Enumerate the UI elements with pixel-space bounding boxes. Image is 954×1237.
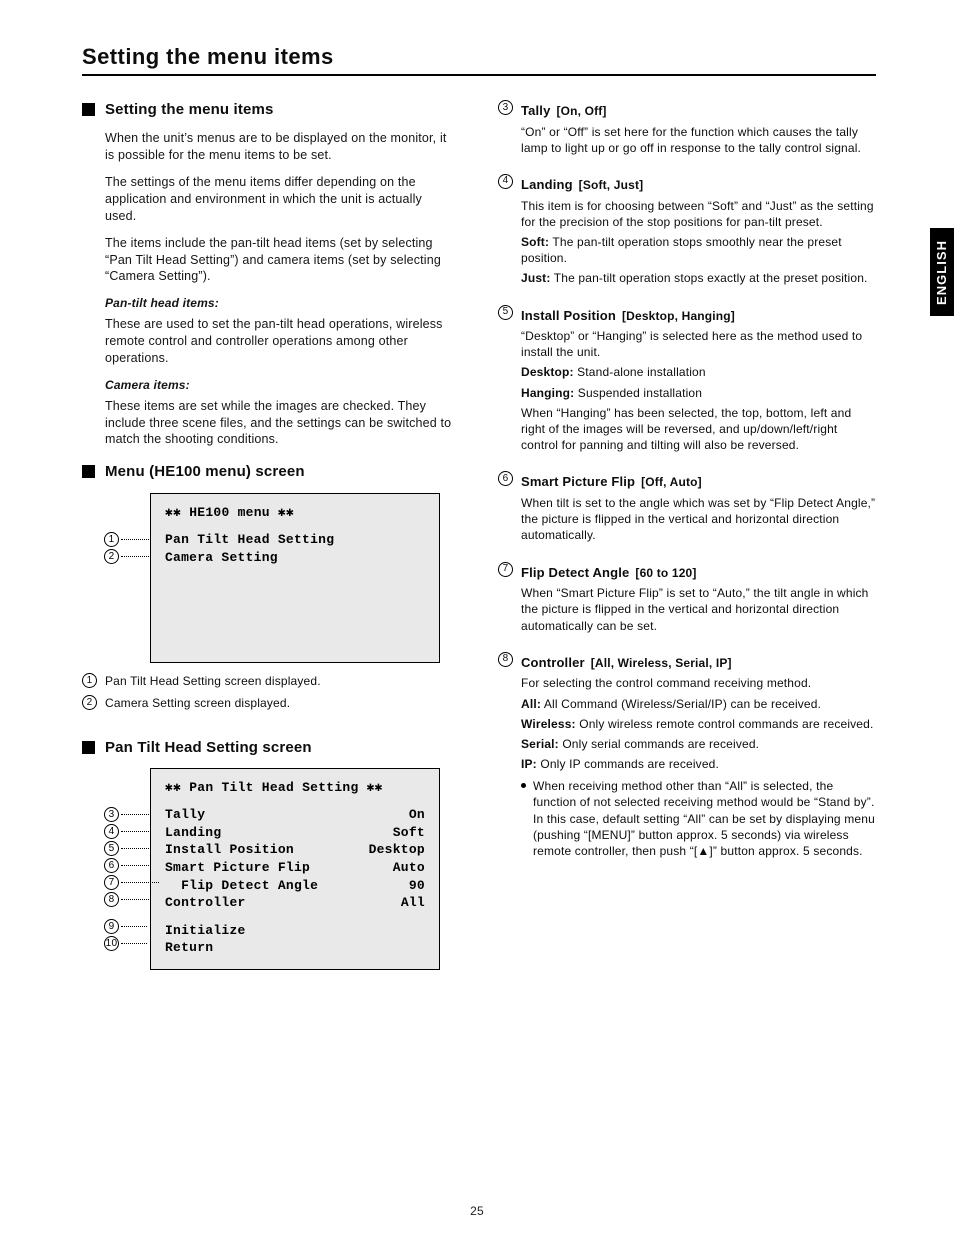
menu-row-value: On [409, 806, 425, 824]
item-sub-text: Suspended installation [578, 386, 702, 400]
item-description: For selecting the control command receiv… [521, 675, 878, 691]
item-sub-text: Only serial commands are received. [562, 737, 759, 751]
menu-row-value: Soft [393, 824, 425, 842]
page-number: 25 [470, 1203, 484, 1219]
item-title: Flip Detect Angle [521, 565, 629, 580]
item-sub-text: When “Hanging” has been selected, the to… [521, 406, 851, 452]
item-options: [All, Wireless, Serial, IP] [591, 656, 732, 670]
item-title: Controller [521, 655, 585, 670]
menu-row-label: Landing [165, 824, 221, 842]
menu-row-label: Install Position [165, 841, 294, 859]
item-bullet-text: When receiving method other than “All” i… [533, 778, 878, 859]
menu-row-label: Return [165, 939, 213, 957]
item-badge-icon: 3 [498, 100, 513, 115]
section-title-menu-screen: Menu (HE100 menu) screen [105, 462, 305, 482]
item-description: “On” or “Off” is set here for the functi… [521, 124, 878, 156]
item-options: [Soft, Just] [579, 178, 644, 192]
ref-1-icon: 1 [82, 673, 97, 688]
item-sub-text: All Command (Wireless/Serial/IP) can be … [544, 697, 821, 711]
item-description: This item is for choosing between “Soft”… [521, 198, 878, 230]
item-sub-label: Serial: [521, 737, 559, 751]
menu-row-label: Smart Picture Flip [165, 859, 310, 877]
language-tab-english: ENGLISH [930, 228, 954, 316]
bullet-icon [521, 783, 526, 788]
item-sub-text: Only wireless remote control commands ar… [579, 717, 873, 731]
menu-row-value: Desktop [369, 841, 425, 859]
intro-paragraph-1: When the unit’s menus are to be displaye… [105, 130, 454, 164]
page-title: Setting the menu items [82, 42, 334, 72]
camera-items-text: These items are set while the images are… [105, 398, 454, 449]
item-sub-text: Only IP commands are received. [540, 757, 719, 771]
item-title: Smart Picture Flip [521, 474, 635, 489]
section-marker-icon [82, 465, 95, 478]
intro-paragraph-3: The items include the pan-tilt head item… [105, 235, 454, 286]
intro-paragraph-2: The settings of the menu items differ de… [105, 174, 454, 225]
item-options: [Off, Auto] [641, 475, 702, 489]
item-sub-text: The pan-tilt operation stops exactly at … [554, 271, 868, 285]
item-sub-label: Just: [521, 271, 550, 285]
item-title: Install Position [521, 308, 616, 323]
menu-row-label: Camera Setting [165, 549, 278, 567]
callout-9-icon: 9 [104, 919, 119, 934]
section-title-setting-items: Setting the menu items [105, 100, 274, 120]
section-title-menu-screen-text: Menu (HE100 menu) screen [105, 463, 305, 480]
item-badge-icon: 7 [498, 562, 513, 577]
callout-5-icon: 5 [104, 841, 119, 856]
item-sub-text: Stand-alone installation [577, 365, 706, 379]
item-title: Tally [521, 103, 550, 118]
item-sub-text: The pan-tilt operation stops smoothly ne… [521, 235, 842, 265]
item-sub-label: Desktop: [521, 365, 574, 379]
item-description: When tilt is set to the angle which was … [521, 495, 878, 544]
section-marker-icon [82, 103, 95, 116]
menu-panel-pth-title: ✱✱ Pan Tilt Head Setting ✱✱ [165, 779, 425, 797]
item-options: [Desktop, Hanging] [622, 309, 735, 323]
item-title: Landing [521, 177, 573, 192]
item-options: [60 to 120] [635, 566, 696, 580]
menu-row-label: Initialize [165, 922, 246, 940]
item-options: [On, Off] [556, 104, 606, 118]
item-description: When “Smart Picture Flip” is set to “Aut… [521, 585, 878, 634]
item-description: “Desktop” or “Hanging” is selected here … [521, 328, 878, 360]
title-rule [82, 74, 876, 76]
item-badge-icon: 5 [498, 305, 513, 320]
menu-row-value: All [401, 894, 425, 912]
section-title-pth-screen: Pan Tilt Head Setting screen [105, 738, 312, 758]
callout-1-icon: 1 [104, 532, 119, 547]
callout-10-icon: 10 [104, 936, 119, 951]
menu-row-value: Auto [393, 859, 425, 877]
ref-2-text: Camera Setting screen displayed. [105, 695, 290, 711]
callout-2-icon: 2 [104, 549, 119, 564]
menu-row-value: 90 [409, 877, 425, 895]
camera-items-label: Camera items: [105, 378, 190, 392]
pth-items-text: These are used to set the pan-tilt head … [105, 316, 454, 367]
item-sub-label: Wireless: [521, 717, 576, 731]
ref-1-text: Pan Tilt Head Setting screen displayed. [105, 673, 321, 689]
section-marker-icon [82, 741, 95, 754]
menu-row: Camera Setting [165, 549, 425, 567]
callout-8-icon: 8 [104, 892, 119, 907]
callout-6-icon: 6 [104, 858, 119, 873]
callout-4-icon: 4 [104, 824, 119, 839]
item-badge-icon: 8 [498, 652, 513, 667]
menu-row-label: Controller [165, 894, 246, 912]
menu-row: Pan Tilt Head Setting [165, 531, 425, 549]
menu-panel-pth: ✱✱ Pan Tilt Head Setting ✱✱ Tally On Land… [150, 768, 440, 970]
menu-row-label: Tally [165, 806, 205, 824]
item-sub-label: IP: [521, 757, 537, 771]
menu-row-label: Pan Tilt Head Setting [165, 531, 334, 549]
menu-panel-he100-title: ✱✱ HE100 menu ✱✱ [165, 504, 425, 522]
item-badge-icon: 4 [498, 174, 513, 189]
item-badge-icon: 6 [498, 471, 513, 486]
item-sub-label: Hanging: [521, 386, 574, 400]
ref-2-icon: 2 [82, 695, 97, 710]
item-sub-label: All: [521, 697, 541, 711]
item-sub-label: Soft: [521, 235, 549, 249]
callout-7-icon: 7 [104, 875, 119, 890]
menu-row-label: Flip Detect Angle [165, 877, 318, 895]
pth-items-label: Pan-tilt head items: [105, 296, 219, 310]
callout-3-icon: 3 [104, 807, 119, 822]
menu-panel-he100: ✱✱ HE100 menu ✱✱ Pan Tilt Head Setting C… [150, 493, 440, 664]
